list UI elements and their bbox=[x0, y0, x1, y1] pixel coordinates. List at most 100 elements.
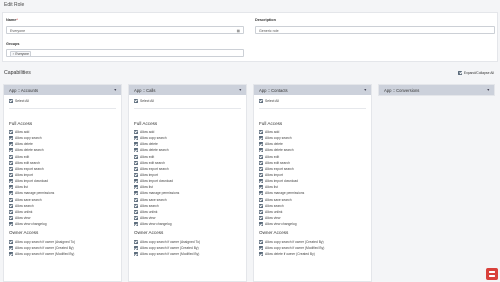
permission-label: Allow edit search bbox=[140, 160, 165, 165]
checkbox[interactable] bbox=[9, 197, 13, 202]
checkbox[interactable] bbox=[134, 222, 138, 227]
description-field[interactable]: Generic role bbox=[255, 26, 495, 34]
checkbox[interactable] bbox=[9, 130, 13, 135]
checkbox[interactable] bbox=[259, 216, 263, 221]
permission-label: Allow export search bbox=[265, 166, 294, 171]
permission-item[interactable]: Allow copy search if owner (Modified By) bbox=[134, 251, 200, 257]
checkbox[interactable] bbox=[9, 222, 13, 227]
select-all[interactable]: Select All bbox=[9, 99, 29, 103]
group-chip[interactable]: ×Everyone bbox=[10, 51, 32, 57]
checkbox[interactable] bbox=[134, 154, 138, 159]
checkbox[interactable] bbox=[9, 136, 13, 141]
checkbox[interactable] bbox=[9, 252, 13, 257]
calendar-icon[interactable]: ▦ bbox=[237, 29, 240, 33]
checkbox[interactable] bbox=[9, 191, 13, 196]
checkbox[interactable] bbox=[134, 173, 138, 178]
permission-item[interactable]: Allow view changelog bbox=[9, 221, 54, 227]
select-all[interactable]: Select All bbox=[134, 99, 154, 103]
checkbox[interactable] bbox=[134, 142, 138, 147]
checkbox[interactable] bbox=[134, 179, 138, 184]
brand-logo-icon[interactable] bbox=[486, 268, 498, 280]
checkbox[interactable] bbox=[9, 203, 13, 208]
permission-item[interactable]: Allow delete if owner (Created By) bbox=[259, 251, 324, 257]
checkbox[interactable] bbox=[9, 154, 13, 159]
checkbox[interactable] bbox=[259, 142, 263, 147]
caret-down-icon[interactable]: ▼ bbox=[238, 88, 242, 92]
checkbox[interactable] bbox=[9, 148, 13, 153]
checkbox[interactable] bbox=[259, 222, 263, 227]
checkbox[interactable] bbox=[259, 166, 263, 171]
checkbox[interactable] bbox=[259, 240, 263, 245]
checkbox[interactable] bbox=[9, 185, 13, 190]
checkbox[interactable] bbox=[259, 197, 263, 202]
checkbox[interactable] bbox=[134, 160, 138, 165]
page-title: Edit Role bbox=[4, 2, 25, 8]
column-header[interactable]: App :: Calls ▼ bbox=[129, 85, 246, 95]
caret-down-icon[interactable]: ▼ bbox=[113, 88, 117, 92]
full-access-list: Allow add Allow copy search Allow delete Al… bbox=[259, 129, 304, 227]
checkbox[interactable] bbox=[259, 185, 263, 190]
caret-down-icon[interactable]: ▼ bbox=[363, 88, 367, 92]
column-header[interactable]: App :: Conversions ▼ bbox=[379, 85, 494, 95]
column-header[interactable]: App :: Contacts ▼ bbox=[254, 85, 371, 95]
full-access-list: Allow add Allow copy search Allow delete Al… bbox=[9, 129, 54, 227]
select-all[interactable]: Select All bbox=[259, 99, 279, 103]
checkbox[interactable] bbox=[259, 130, 263, 135]
expand-checkbox[interactable] bbox=[458, 71, 463, 75]
capabilities-title: Capabilities bbox=[4, 70, 31, 76]
permission-item[interactable]: Allow copy search if owner (Modified By) bbox=[9, 251, 75, 257]
checkbox[interactable] bbox=[259, 136, 263, 141]
description-value: Generic role bbox=[259, 28, 279, 33]
checkbox[interactable] bbox=[134, 209, 138, 214]
permission-item[interactable]: Allow view changelog bbox=[134, 221, 179, 227]
caret-down-icon[interactable]: ▼ bbox=[486, 88, 490, 92]
checkbox[interactable] bbox=[259, 99, 263, 103]
checkbox[interactable] bbox=[259, 148, 263, 153]
checkbox[interactable] bbox=[134, 136, 138, 141]
checkbox[interactable] bbox=[259, 203, 263, 208]
checkbox[interactable] bbox=[9, 246, 13, 251]
checkbox[interactable] bbox=[259, 191, 263, 196]
name-field[interactable]: Everyone ▦ bbox=[6, 26, 244, 34]
checkbox[interactable] bbox=[134, 99, 138, 103]
checkbox[interactable] bbox=[259, 160, 263, 165]
checkbox[interactable] bbox=[259, 173, 263, 178]
checkbox[interactable] bbox=[9, 166, 13, 171]
checkbox[interactable] bbox=[9, 99, 13, 103]
checkbox[interactable] bbox=[259, 154, 263, 159]
checkbox[interactable] bbox=[134, 191, 138, 196]
permission-label: Allow copy search if owner (Modified By) bbox=[15, 252, 75, 257]
checkbox[interactable] bbox=[9, 179, 13, 184]
checkbox[interactable] bbox=[259, 209, 263, 214]
contacts-column: App :: Contacts ▼ Select All Full Access … bbox=[253, 84, 372, 282]
checkbox[interactable] bbox=[134, 185, 138, 190]
checkbox[interactable] bbox=[9, 209, 13, 214]
checkbox[interactable] bbox=[134, 203, 138, 208]
checkbox[interactable] bbox=[134, 246, 138, 251]
checkbox[interactable] bbox=[9, 173, 13, 178]
checkbox[interactable] bbox=[259, 179, 263, 184]
name-label: Name* bbox=[6, 18, 18, 22]
permission-label: Allow import bbox=[140, 173, 158, 178]
checkbox[interactable] bbox=[134, 240, 138, 245]
checkbox[interactable] bbox=[134, 148, 138, 153]
checkbox[interactable] bbox=[134, 197, 138, 202]
permission-label: Allow copy search if owner (Assigned To) bbox=[15, 240, 76, 245]
checkbox[interactable] bbox=[9, 216, 13, 221]
checkbox[interactable] bbox=[259, 246, 263, 251]
checkbox[interactable] bbox=[9, 160, 13, 165]
checkbox[interactable] bbox=[134, 216, 138, 221]
checkbox[interactable] bbox=[259, 252, 263, 257]
checkbox[interactable] bbox=[134, 166, 138, 171]
permission-label: Allow add bbox=[140, 130, 155, 135]
checkbox[interactable] bbox=[134, 252, 138, 257]
column-header[interactable]: App :: Accounts ▼ bbox=[4, 85, 121, 95]
groups-field[interactable]: ×Everyone bbox=[6, 49, 244, 57]
required-marker: * bbox=[16, 18, 18, 22]
checkbox[interactable] bbox=[9, 240, 13, 245]
name-label-text: Name bbox=[6, 18, 17, 22]
checkbox[interactable] bbox=[134, 130, 138, 135]
expand-collapse-all[interactable]: Expand/Collapse All bbox=[458, 71, 494, 75]
checkbox[interactable] bbox=[9, 142, 13, 147]
permission-item[interactable]: Allow view changelog bbox=[259, 221, 304, 227]
